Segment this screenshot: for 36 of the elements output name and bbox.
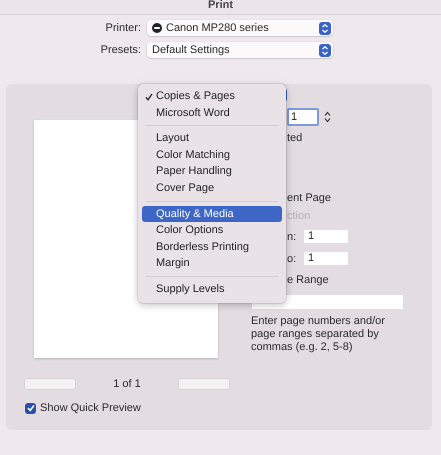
next-last-page-button[interactable] — [179, 379, 229, 389]
checkmark-icon — [26, 404, 34, 412]
option-label: ent Page — [287, 192, 332, 204]
menu-item[interactable]: Cover Page — [142, 180, 282, 197]
menu-item[interactable]: Microsoft Word — [142, 104, 282, 122]
field-label: Presets: — [100, 44, 142, 56]
popup-button[interactable]: Canon MP280 series — [147, 20, 333, 36]
option-label: e Range — [287, 274, 329, 286]
option-label: ted — [287, 132, 302, 144]
page-number-field[interactable]: 1 — [304, 230, 348, 243]
hint-text: Enter page numbers and/or page ranges separated by commas (e.g. 2, 5-8) — [251, 315, 386, 354]
checkbox[interactable] — [25, 402, 36, 414]
checkmark-icon — [145, 93, 153, 101]
menu-item[interactable]: Supply Levels — [142, 280, 282, 298]
popup-arrows-icon — [319, 22, 331, 34]
popup-arrows-icon — [319, 44, 331, 56]
menu-item[interactable]: Color Options — [142, 222, 282, 239]
menu-item[interactable]: Copies & Pages — [142, 88, 282, 105]
checkbox-label: Show Quick Preview — [40, 402, 141, 414]
menu-item[interactable]: Quality & Media — [142, 206, 282, 222]
window-title: Print — [208, 0, 234, 10]
menu-item[interactable]: Margin — [142, 255, 282, 272]
page-count: 1 of 1 — [113, 378, 141, 390]
menu-item[interactable]: Paper Handling — [142, 163, 282, 180]
field-label: o: — [287, 252, 298, 264]
stepper-icon — [324, 111, 331, 123]
field-label: Printer: — [104, 22, 142, 34]
menu-item[interactable]: Color Matching — [142, 146, 282, 164]
first-prev-page-button[interactable] — [25, 379, 75, 389]
page-number-field[interactable]: 1 — [304, 252, 348, 265]
popup-button[interactable]: Default Settings — [147, 42, 333, 58]
printer-status-icon — [152, 23, 162, 33]
menu-item[interactable]: Layout — [142, 130, 282, 147]
field-label: n: — [287, 230, 298, 242]
copies-field[interactable]: 1 — [287, 108, 319, 126]
menu-item[interactable]: Borderless Printing — [142, 238, 282, 256]
